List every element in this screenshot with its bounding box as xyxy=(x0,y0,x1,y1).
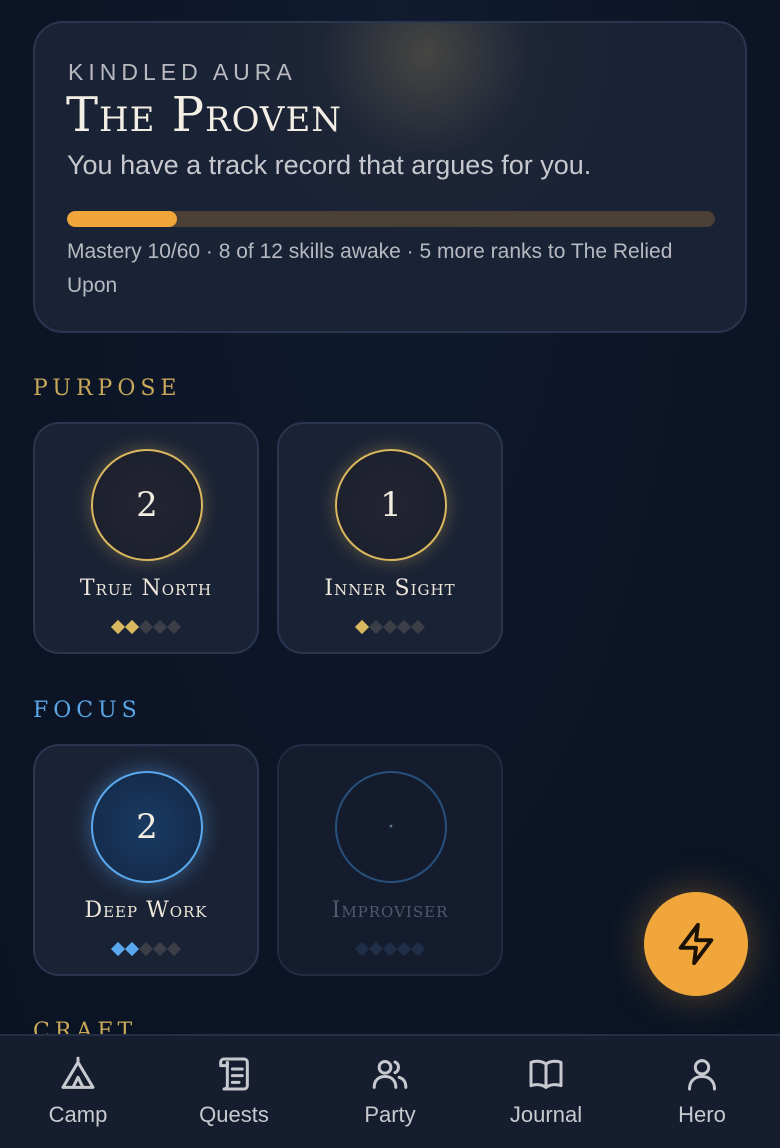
pip-empty xyxy=(166,619,182,635)
pip-filled xyxy=(124,941,140,957)
nav-item-quests[interactable]: Quests xyxy=(156,1036,312,1148)
skill-card-improviser[interactable]: · Improviser xyxy=(277,744,503,976)
pip-empty xyxy=(382,941,398,957)
nav-item-party[interactable]: Party xyxy=(312,1036,468,1148)
aura-card: KINDLED AURA The Proven You have a track… xyxy=(33,21,747,333)
pip-empty xyxy=(354,941,370,957)
skill-pips xyxy=(35,619,257,635)
skill-rank: 2 xyxy=(136,485,158,525)
people-icon xyxy=(372,1060,408,1089)
nav-item-hero[interactable]: Hero xyxy=(624,1036,780,1148)
skill-name: Deep Work xyxy=(84,898,208,923)
section-title-focus: FOCUS xyxy=(33,698,142,723)
skill-rank: 2 xyxy=(136,807,158,847)
nav-label: Hero xyxy=(678,1102,726,1127)
nav-label: Quests xyxy=(199,1102,269,1127)
pip-empty xyxy=(152,941,168,957)
pip-empty xyxy=(152,619,168,635)
skill-pips xyxy=(35,941,257,957)
section-title-purpose: PURPOSE xyxy=(33,376,182,401)
skills-screen: KINDLED AURA The Proven You have a track… xyxy=(0,0,780,1148)
nav-label: Journal xyxy=(509,1102,583,1127)
person-icon xyxy=(688,1059,716,1091)
scroll-icon xyxy=(219,1057,249,1091)
skill-rank-ring: 2 xyxy=(91,449,203,561)
pip-filled xyxy=(354,619,370,635)
mastery-progress-bar xyxy=(67,211,715,227)
lightning-bolt-icon xyxy=(678,922,714,966)
nav-label: Camp xyxy=(48,1102,108,1127)
pip-empty xyxy=(410,941,426,957)
pip-filled xyxy=(110,619,126,635)
aura-eyebrow: KINDLED AURA xyxy=(68,59,297,85)
skill-rank-ring: · xyxy=(335,771,447,883)
skill-name: True North xyxy=(79,576,213,601)
skill-rank-ring: 1 xyxy=(335,449,447,561)
pip-empty xyxy=(166,941,182,957)
pip-empty xyxy=(368,941,384,957)
skill-name: Inner Sight xyxy=(324,576,456,601)
nav-label: Party xyxy=(364,1102,416,1127)
skill-name: Improviser xyxy=(331,898,449,923)
skill-rank: · xyxy=(387,814,395,840)
mastery-progress-fill xyxy=(67,211,178,227)
pip-filled xyxy=(124,619,140,635)
pip-empty xyxy=(368,619,384,635)
pip-empty xyxy=(138,619,154,635)
pip-empty xyxy=(396,619,412,635)
aura-title: The Proven xyxy=(66,87,343,143)
bottom-nav: Camp Quests Party Journal Hero xyxy=(0,1034,780,1148)
pip-empty xyxy=(410,619,426,635)
aura-subtitle: You have a track record that argues for … xyxy=(67,150,592,180)
skill-card-true-north[interactable]: 2 True North xyxy=(33,422,259,654)
nav-item-camp[interactable]: Camp xyxy=(0,1036,156,1148)
skill-rank-ring: 2 xyxy=(91,771,203,883)
quick-action-button[interactable] xyxy=(644,892,748,996)
skill-card-deep-work[interactable]: 2 Deep Work xyxy=(33,744,259,976)
pip-empty xyxy=(382,619,398,635)
skill-card-inner-sight[interactable]: 1 Inner Sight xyxy=(277,422,503,654)
tent-icon xyxy=(61,1056,95,1089)
skill-pips xyxy=(279,941,501,957)
pip-empty xyxy=(138,941,154,957)
skill-rank: 1 xyxy=(380,485,402,525)
pip-filled xyxy=(110,941,126,957)
skill-pips xyxy=(279,619,501,635)
aura-meta: Mastery 10/60 · 8 of 12 skills awake · 5… xyxy=(67,240,673,297)
book-icon xyxy=(529,1059,563,1089)
pip-empty xyxy=(396,941,412,957)
nav-item-journal[interactable]: Journal xyxy=(468,1036,624,1148)
